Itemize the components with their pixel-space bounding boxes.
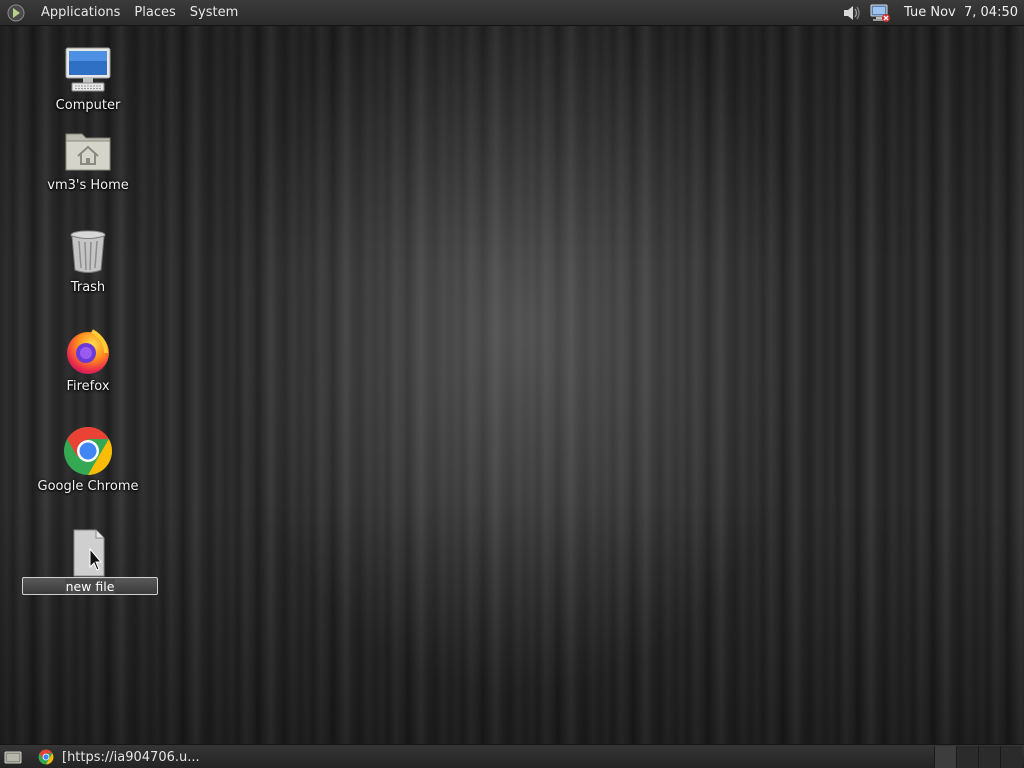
desktop-icon-label: Trash xyxy=(70,280,106,295)
chrome-icon xyxy=(62,425,114,477)
desktop-icon-computer[interactable]: Computer xyxy=(28,44,148,113)
chrome-icon xyxy=(38,749,54,765)
volume-icon[interactable] xyxy=(840,2,864,24)
top-panel: Applications Places System Tue Nov 7, 04… xyxy=(0,0,1024,26)
desktop-icon-new-file[interactable] xyxy=(28,527,148,579)
menu-logo-icon[interactable] xyxy=(6,3,26,23)
desktop-icon-firefox[interactable]: Firefox xyxy=(28,325,148,394)
desktop-icon-label: Google Chrome xyxy=(37,479,139,494)
taskbar-item-label: [https://ia904706.u... xyxy=(62,749,200,765)
taskbar-item-chrome[interactable]: [https://ia904706.u... xyxy=(32,746,206,768)
clock[interactable]: Tue Nov 7, 04:50 xyxy=(904,5,1018,20)
workspace-4[interactable] xyxy=(1000,746,1022,768)
desktop-icon-label: vm3's Home xyxy=(47,178,129,193)
desktop-wallpaper xyxy=(0,0,1024,768)
rename-field-value: new file xyxy=(64,578,116,594)
rename-field[interactable]: new file xyxy=(22,577,158,595)
firefox-icon xyxy=(62,325,114,377)
workspace-1[interactable] xyxy=(934,746,956,768)
menu-applications[interactable]: Applications xyxy=(34,0,127,25)
show-desktop-icon[interactable] xyxy=(2,747,24,767)
computer-icon xyxy=(62,44,114,96)
file-icon xyxy=(62,527,114,579)
home-folder-icon xyxy=(62,124,114,176)
desktop-icon-label: Computer xyxy=(55,98,121,113)
panel-tray: Tue Nov 7, 04:50 xyxy=(840,0,1024,25)
desktop-icon-home[interactable]: vm3's Home xyxy=(28,124,148,193)
trash-icon xyxy=(62,226,114,278)
desktop-icon-chrome[interactable]: Google Chrome xyxy=(28,425,148,494)
workspace-switcher xyxy=(934,746,1022,768)
workspace-3[interactable] xyxy=(978,746,1000,768)
workspace-2[interactable] xyxy=(956,746,978,768)
menu-system[interactable]: System xyxy=(183,0,245,25)
desktop-icon-label: Firefox xyxy=(66,379,110,394)
network-disconnected-icon[interactable] xyxy=(868,2,892,24)
bottom-panel: [https://ia904706.u... xyxy=(0,744,1024,768)
menu-places[interactable]: Places xyxy=(127,0,182,25)
desktop-icon-trash[interactable]: Trash xyxy=(28,226,148,295)
